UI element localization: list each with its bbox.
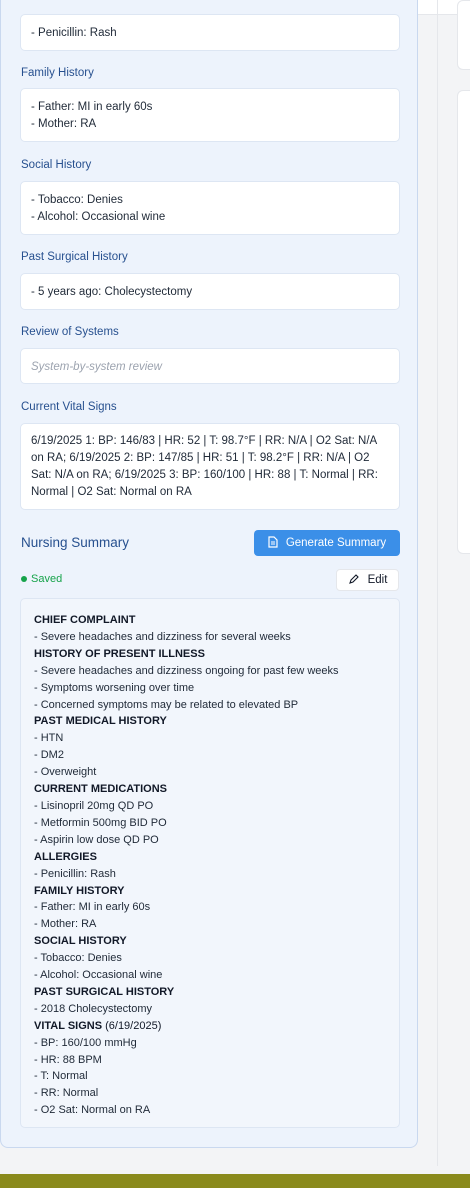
summary-line: - O2 Sat: Normal on RA bbox=[34, 1104, 151, 1117]
summary-heading-text: CHIEF COMPLAINT bbox=[34, 614, 136, 626]
social-history-label: Social History bbox=[21, 159, 92, 171]
summary-line: - Penicillin: Rash bbox=[34, 867, 116, 880]
summary-line: - Severe headaches and dizziness ongoing… bbox=[34, 664, 339, 677]
allergies-line: - Penicillin: Rash bbox=[31, 27, 117, 39]
review-of-systems-placeholder: System-by-system review bbox=[31, 361, 162, 373]
family-history-field[interactable]: - Father: MI in early 60s - Mother: RA bbox=[20, 88, 400, 142]
saved-status: Saved bbox=[21, 573, 62, 585]
divider bbox=[437, 0, 438, 1166]
summary-line: - HTN bbox=[34, 732, 64, 745]
summary-heading: HISTORY OF PRESENT ILLNESS bbox=[34, 646, 386, 663]
summary-heading: SOCIAL HISTORY bbox=[34, 933, 386, 950]
summary-line: - DM2 bbox=[34, 749, 64, 762]
family-history-line: - Father: MI in early 60s bbox=[31, 101, 153, 113]
generate-summary-button[interactable]: Generate Summary bbox=[254, 530, 400, 556]
summary-heading-text: HISTORY OF PRESENT ILLNESS bbox=[34, 647, 205, 660]
social-history-line: - Alcohol: Occasional wine bbox=[31, 211, 166, 223]
edit-button[interactable]: Edit bbox=[336, 569, 399, 591]
summary-line: - Mother: RA bbox=[34, 918, 97, 931]
summary-heading: ALLERGIES bbox=[34, 849, 386, 866]
summary-heading-suffix: (6/19/2025) bbox=[102, 1019, 162, 1032]
summary-line: - Alcohol: Occasional wine bbox=[34, 969, 163, 982]
nursing-summary-title: Nursing Summary bbox=[21, 535, 130, 550]
summary-heading-text: VITAL SIGNS bbox=[34, 1019, 103, 1032]
summary-line: - Metformin 500mg BID PO bbox=[34, 816, 167, 829]
summary-heading: CURRENT MEDICATIONS bbox=[34, 781, 386, 798]
summary-heading: PAST SURGICAL HISTORY bbox=[34, 984, 386, 1001]
review-of-systems-field[interactable]: System-by-system review bbox=[20, 348, 400, 384]
nursing-summary-content: CHIEF COMPLAINT - Severe headaches and di… bbox=[20, 598, 400, 1128]
patient-info-panel: - Penicillin: Rash Family History - Fath… bbox=[0, 0, 418, 1148]
review-of-systems-label: Review of Systems bbox=[21, 326, 119, 338]
summary-heading-text: PAST SURGICAL HISTORY bbox=[34, 985, 175, 998]
vital-signs-line: Normal | O2 Sat: Normal on RA bbox=[31, 486, 192, 498]
document-icon bbox=[268, 535, 278, 551]
vital-signs-line: on RA; 6/19/2025 2: BP: 147/85 | HR: 51 … bbox=[31, 452, 370, 464]
summary-line: - Overweight bbox=[34, 766, 97, 779]
summary-heading: CHIEF COMPLAINT bbox=[34, 612, 386, 629]
summary-line: - RR: Normal bbox=[34, 1087, 99, 1100]
summary-heading: PAST MEDICAL HISTORY bbox=[34, 713, 386, 730]
summary-heading-text: FAMILY HISTORY bbox=[34, 884, 125, 897]
vital-signs-line: Sat: N/A on RA; 6/19/2025 3: BP: 160/100… bbox=[31, 469, 378, 481]
summary-line: - HR: 88 BPM bbox=[34, 1053, 102, 1066]
allergies-field[interactable]: - Penicillin: Rash bbox=[20, 14, 400, 51]
summary-line: - BP: 160/100 mmHg bbox=[34, 1036, 137, 1049]
summary-heading-text: PAST MEDICAL HISTORY bbox=[34, 715, 167, 728]
summary-heading: FAMILY HISTORY bbox=[34, 883, 386, 900]
summary-heading-text: ALLERGIES bbox=[34, 850, 97, 863]
summary-line: - Symptoms worsening over time bbox=[34, 681, 195, 694]
summary-line: - 2018 Cholecystectomy bbox=[34, 1002, 152, 1015]
generate-summary-label: Generate Summary bbox=[285, 537, 387, 549]
vital-signs-line: 6/19/2025 1: BP: 146/83 | HR: 52 | T: 98… bbox=[31, 435, 378, 447]
right-card bbox=[457, 0, 470, 70]
summary-heading-text: CURRENT MEDICATIONS bbox=[34, 783, 168, 796]
status-dot-icon bbox=[21, 576, 27, 582]
current-vital-signs-field[interactable]: 6/19/2025 1: BP: 146/83 | HR: 52 | T: 98… bbox=[20, 423, 400, 510]
summary-line: - Lisinopril 20mg QD PO bbox=[34, 799, 154, 812]
social-history-line: - Tobacco: Denies bbox=[31, 194, 123, 206]
saved-label: Saved bbox=[31, 573, 63, 585]
summary-line: - Aspirin low dose QD PO bbox=[34, 833, 159, 846]
family-history-line: - Mother: RA bbox=[31, 118, 97, 130]
past-surgical-history-line: - 5 years ago: Cholecystectomy bbox=[31, 286, 193, 298]
past-surgical-history-label: Past Surgical History bbox=[21, 251, 128, 263]
summary-line: - Concerned symptoms may be related to e… bbox=[34, 698, 299, 711]
current-vital-signs-label: Current Vital Signs bbox=[21, 401, 117, 413]
summary-line: - T: Normal bbox=[34, 1070, 88, 1083]
taskbar bbox=[0, 1174, 470, 1188]
edit-label: Edit bbox=[367, 574, 388, 586]
summary-heading: VITAL SIGNS (6/19/2025) bbox=[34, 1018, 386, 1035]
past-surgical-history-field[interactable]: - 5 years ago: Cholecystectomy bbox=[20, 273, 400, 310]
summary-line: - Father: MI in early 60s bbox=[34, 901, 151, 914]
summary-line: - Severe headaches and dizziness for sev… bbox=[34, 630, 291, 643]
pencil-icon bbox=[348, 573, 360, 588]
summary-line: - Tobacco: Denies bbox=[34, 952, 122, 965]
family-history-label: Family History bbox=[21, 67, 94, 79]
summary-heading-text: SOCIAL HISTORY bbox=[34, 935, 127, 948]
social-history-field[interactable]: - Tobacco: Denies - Alcohol: Occasional … bbox=[20, 181, 400, 235]
right-card bbox=[457, 90, 470, 554]
